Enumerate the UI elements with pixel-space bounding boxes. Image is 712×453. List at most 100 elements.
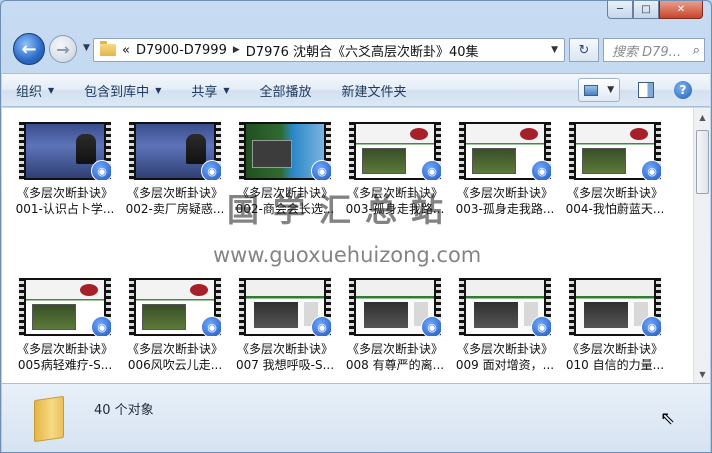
file-name-line2: 004-我怕蔚蓝天... [565,202,665,216]
video-thumbnail: ◉ [459,278,551,336]
film-strip [19,122,24,180]
film-strip [349,122,354,180]
file-name-line1: 《多层次断卦诀》 [16,342,113,356]
film-strip [349,278,354,336]
preview-pane-button[interactable] [638,82,654,98]
navigation-bar: ← → ▼ « D7900-D7999 ▶ D7976 沈朝合《六爻高层次断卦》… [9,29,705,69]
history-dropdown-icon[interactable]: ▼ [83,43,90,53]
command-bar: 组织 ▼ 包含到库中 ▼ 共享 ▼ 全部播放 新建文件夹 ▼ ? [2,73,710,107]
video-thumbnail: ◉ [129,122,221,180]
chevron-down-icon: ▼ [155,85,162,95]
video-thumbnail: ◉ [459,122,551,180]
breadcrumb-item[interactable]: D7900-D7999 [136,43,227,58]
media-player-icon: ◉ [201,160,221,180]
maximize-button[interactable]: □ [633,1,659,19]
change-view-button[interactable]: ▼ [578,78,620,102]
file-name-line1: 《多层次断卦诀》 [456,342,553,356]
new-folder-button[interactable]: 新建文件夹 [342,81,407,100]
file-item[interactable]: ◉ 《多层次断卦诀》 003-孤身走我路... [450,116,560,217]
video-thumbnail: ◉ [239,278,331,336]
vertical-scrollbar[interactable]: ▲ ▼ [693,108,710,383]
media-player-icon: ◉ [531,160,551,180]
scroll-down-icon[interactable]: ▼ [695,366,710,382]
video-thumbnail: ◉ [129,278,221,336]
organize-label: 组织 [16,84,43,100]
file-name-line2: 001-认识占卜学... [15,202,115,216]
file-name-line1: 《多层次断卦诀》 [126,342,223,356]
media-player-icon: ◉ [311,160,331,180]
media-player-icon: ◉ [421,160,441,180]
file-name-line1: 《多层次断卦诀》 [456,186,553,200]
film-strip [239,122,244,180]
file-name-line1: 《多层次断卦诀》 [126,186,223,200]
address-bar[interactable]: « D7900-D7999 ▶ D7976 沈朝合《六爻高层次断卦》40集 ▼ [93,38,565,62]
file-name-line1: 《多层次断卦诀》 [566,342,663,356]
film-strip [459,122,464,180]
caption-buttons: ─ □ ✕ [607,1,703,19]
file-item[interactable]: ◉ 《多层次断卦诀》 010 自信的力量... [560,272,670,373]
chevron-down-icon: ▼ [48,85,55,95]
forward-button[interactable]: → [49,35,77,63]
file-item[interactable]: ◉ 《多层次断卦诀》 001-认识占卜学... [10,116,120,217]
breadcrumb-item[interactable]: D7976 沈朝合《六爻高层次断卦》40集 [246,41,479,60]
media-player-icon: ◉ [91,160,111,180]
film-strip [239,278,244,336]
file-name-line2: 010 自信的力量... [565,358,665,372]
file-name-line2: 006风吹云儿走... [127,358,223,372]
file-name-line1: 《多层次断卦诀》 [566,186,663,200]
organize-menu[interactable]: 组织 ▼ [16,81,54,100]
file-item[interactable]: ◉ 《多层次断卦诀》 009 面对增资，... [450,272,560,373]
view-icon [583,84,598,96]
close-button[interactable]: ✕ [659,1,703,19]
video-thumbnail: ◉ [569,278,661,336]
file-item[interactable]: ◉ 《多层次断卦诀》 008 有尊严的离... [340,272,450,373]
media-player-icon: ◉ [201,316,221,336]
search-icon[interactable]: ⌕ [693,43,700,58]
mouse-cursor-icon: ⇖ [660,408,676,429]
file-name-line1: 《多层次断卦诀》 [346,342,443,356]
include-in-library-menu[interactable]: 包含到库中 ▼ [84,81,161,100]
refresh-button[interactable]: ↻ [569,38,599,62]
breadcrumb-separator-icon[interactable]: ▶ [233,45,240,55]
include-label: 包含到库中 [84,84,150,100]
media-player-icon: ◉ [421,316,441,336]
file-item[interactable]: ◉ 《多层次断卦诀》 007 我想呼吸-S... [230,272,340,373]
share-menu[interactable]: 共享 ▼ [191,81,229,100]
video-thumbnail: ◉ [239,122,331,180]
file-item[interactable]: ◉ 《多层次断卦诀》 005病轻难疗-S... [10,272,120,373]
back-button[interactable]: ← [13,33,45,65]
video-thumbnail: ◉ [19,278,111,336]
media-player-icon: ◉ [531,316,551,336]
search-input[interactable]: 搜索 D79... ⌕ [603,38,705,62]
video-thumbnail: ◉ [349,122,441,180]
item-count: 40 个对象 [94,403,154,418]
film-strip [129,278,134,336]
address-dropdown-icon[interactable]: ▼ [551,45,558,55]
search-placeholder: 搜索 D79... [612,44,682,60]
chevron-down-icon: ▼ [223,85,230,95]
overflow-chevron-icon[interactable]: « [122,43,130,58]
file-item[interactable]: ◉ 《多层次断卦诀》 004-我怕蔚蓝天... [560,116,670,217]
video-thumbnail: ◉ [19,122,111,180]
scrollbar-thumb[interactable] [696,130,709,194]
file-item[interactable]: ◉ 《多层次断卦诀》 002-卖厂房疑惑... [120,116,230,217]
minimize-button[interactable]: ─ [607,1,633,19]
folder-icon [34,395,64,443]
media-player-icon: ◉ [91,316,111,336]
file-name-line2: 009 面对增资，... [455,358,555,372]
play-all-label: 全部播放 [259,84,312,100]
file-name-line2: 007 我想呼吸-S... [235,358,335,372]
file-name-line2: 003-孤身走我路... [455,202,555,216]
media-player-icon: ◉ [311,316,331,336]
file-item[interactable]: ◉ 《多层次断卦诀》 006风吹云儿走... [120,272,230,373]
play-all-button[interactable]: 全部播放 [260,81,312,100]
video-thumbnail: ◉ [349,278,441,336]
watermark-url: www.guoxuehuizong.com [213,243,482,267]
scroll-up-icon[interactable]: ▲ [695,109,710,125]
new-folder-label: 新建文件夹 [341,84,407,100]
film-strip [569,122,574,180]
file-name-line1: 《多层次断卦诀》 [16,186,113,200]
film-strip [569,278,574,336]
help-button[interactable]: ? [674,81,692,99]
film-strip [459,278,464,336]
